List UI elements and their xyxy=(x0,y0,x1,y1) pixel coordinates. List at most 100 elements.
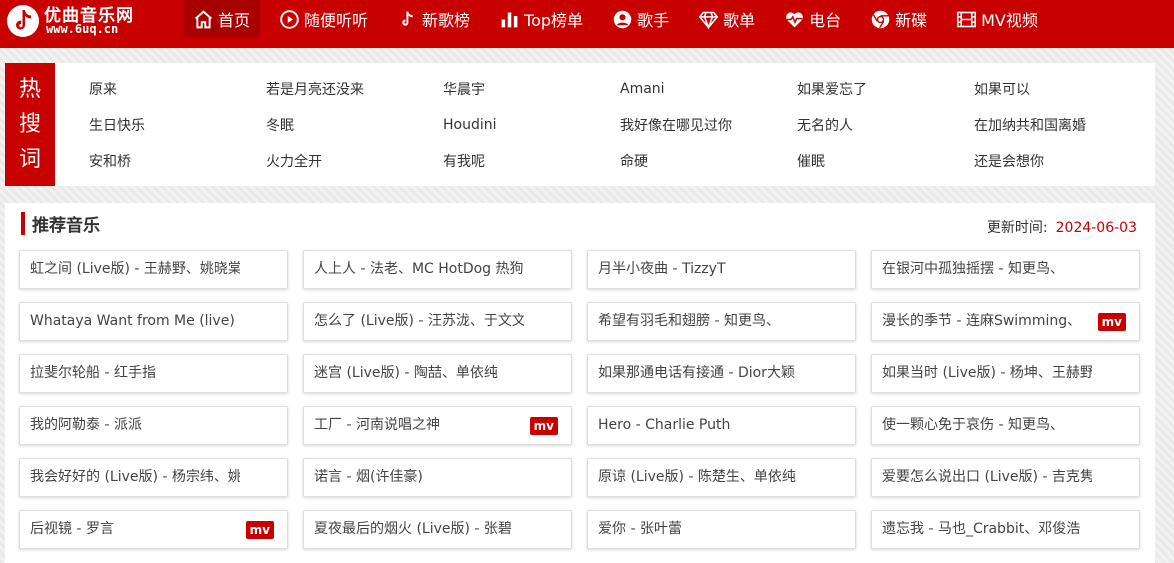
song-item[interactable]: Whataya Want from Me (live) - xyxy=(19,302,288,341)
hot-search-item[interactable]: 冬眠 xyxy=(266,115,443,135)
song-item[interactable]: 希望有羽毛和翅膀 - 知更鸟、 xyxy=(587,302,856,341)
hot-search-item[interactable]: 火力全开 xyxy=(266,151,443,171)
song-title: 工厂 - 河南说唱之神 xyxy=(314,417,440,433)
nav-new-albums[interactable]: 新碟 xyxy=(860,0,937,38)
hot-search-item[interactable]: 华晨宇 xyxy=(443,79,620,99)
song-item[interactable]: 如果当时 (Live版) - 杨坤、王赫野 xyxy=(871,354,1140,393)
song-title: Hero - Charlie Puth xyxy=(598,417,731,433)
nav-top-charts[interactable]: Top榜单 xyxy=(489,0,593,38)
hot-search-item[interactable]: 命硬 xyxy=(620,151,797,171)
nav-label: 随便听听 xyxy=(304,11,369,30)
song-title: 拉斐尔轮船 - 红手指 xyxy=(30,365,156,381)
song-title: 使一颗心免于哀伤 - 知更鸟、 xyxy=(882,417,1064,433)
song-title: 夏夜最后的烟火 (Live版) - 张碧 xyxy=(314,521,512,537)
site-url: www.6uq.cn xyxy=(46,22,119,36)
hot-label-char: 热 xyxy=(18,77,41,102)
hot-label-char: 词 xyxy=(18,147,41,172)
song-title: 遗忘我 - 马也_Crabbit、邓俊浩 xyxy=(882,521,1081,537)
play-circle-icon xyxy=(280,9,299,29)
mv-badge[interactable]: mv xyxy=(245,521,274,539)
song-list: 虹之间 (Live版) - 王赫野、姚晓棠 人上人 - 法老、MC HotDog … xyxy=(19,250,1140,549)
song-title: 如果当时 (Live版) - 杨坤、王赫野 xyxy=(882,365,1092,381)
hot-search-panel: 热 搜 词 原来 若是月亮还没来 华晨宇 Amani 如果爱忘了 如果可以 生日… xyxy=(5,63,1155,186)
song-item[interactable]: 人上人 - 法老、MC HotDog 热狗 xyxy=(303,250,572,289)
song-item[interactable]: 如果那通电话有接通 - Dior大颖 xyxy=(587,354,856,393)
section-accent-bar xyxy=(21,212,25,235)
mv-badge[interactable]: mv xyxy=(1097,313,1126,331)
song-title: 爱你 - 张叶蕾 xyxy=(598,521,682,537)
song-item[interactable]: 后视镜 - 罗言 mv xyxy=(19,510,288,549)
song-item[interactable]: 原谅 (Live版) - 陈楚生、单依纯 xyxy=(587,458,856,497)
tiktok-note-icon xyxy=(7,5,39,37)
nav-home[interactable]: 首页 xyxy=(183,0,261,38)
song-title: 希望有羽毛和翅膀 - 知更鸟、 xyxy=(598,313,780,329)
song-item[interactable]: 月半小夜曲 - TizzyT xyxy=(587,250,856,289)
song-item[interactable]: 在银河中孤独摇摆 - 知更鸟、 xyxy=(871,250,1140,289)
user-icon xyxy=(613,10,632,28)
site-logo[interactable]: 优曲音乐网 www.6uq.cn xyxy=(6,1,156,43)
song-item[interactable]: 使一颗心免于哀伤 - 知更鸟、 xyxy=(871,406,1140,445)
song-title: Whataya Want from Me (live) - xyxy=(30,313,240,329)
nav-label: 新碟 xyxy=(895,11,928,30)
hot-search-item[interactable]: 若是月亮还没来 xyxy=(266,79,443,99)
hot-search-item[interactable]: 我好像在哪见过你 xyxy=(620,115,797,135)
song-item[interactable]: Hero - Charlie Puth xyxy=(587,406,856,445)
hot-search-item[interactable]: 在加纳共和国离婚 xyxy=(974,115,1151,135)
hot-search-item[interactable]: 还是会想你 xyxy=(974,151,1151,171)
song-item[interactable]: 怎么了 (Live版) - 汪苏泷、于文文 xyxy=(303,302,572,341)
song-item[interactable]: 夏夜最后的烟火 (Live版) - 张碧 xyxy=(303,510,572,549)
song-title: 在银河中孤独摇摆 - 知更鸟、 xyxy=(882,261,1064,277)
hot-search-item[interactable]: 有我呢 xyxy=(443,151,620,171)
film-icon xyxy=(957,11,977,27)
song-item[interactable]: 我会好好的 (Live版) - 杨宗纬、姚 xyxy=(19,458,288,497)
song-item[interactable]: 爱你 - 张叶蕾 xyxy=(587,510,856,549)
nav-label: Top榜单 xyxy=(524,11,584,30)
chrome-icon xyxy=(871,10,890,28)
song-item[interactable]: 爱要怎么说出口 (Live版) - 吉克隽 xyxy=(871,458,1140,497)
hot-search-item[interactable]: 如果爱忘了 xyxy=(797,79,974,99)
main-nav: 首页 随便听听 新歌榜 Top榜单 歌手 歌单 电台 新碟 MV视频 xyxy=(183,0,1057,38)
song-item[interactable]: 工厂 - 河南说唱之神 mv xyxy=(303,406,572,445)
song-title: 原谅 (Live版) - 陈楚生、单依纯 xyxy=(598,469,796,485)
song-item[interactable]: 漫长的季节 - 连麻Swimming、 mv xyxy=(871,302,1140,341)
hot-label-char: 搜 xyxy=(18,112,41,137)
song-title: 迷宫 (Live版) - 陶喆、单依纯 xyxy=(314,365,498,381)
hot-search-item[interactable]: 无名的人 xyxy=(797,115,974,135)
nav-label: 首页 xyxy=(218,11,251,30)
song-title: 我会好好的 (Live版) - 杨宗纬、姚 xyxy=(30,469,240,485)
nav-label: 新歌榜 xyxy=(422,11,471,30)
song-title: 虹之间 (Live版) - 王赫野、姚晓棠 xyxy=(30,261,240,277)
section-title: 推荐音乐 xyxy=(32,216,100,236)
song-title: 怎么了 (Live版) - 汪苏泷、于文文 xyxy=(314,313,524,329)
nav-playlists[interactable]: 歌单 xyxy=(688,0,765,38)
mv-badge[interactable]: mv xyxy=(529,417,558,435)
hot-search-item[interactable]: 催眠 xyxy=(797,151,974,171)
nav-label: 电台 xyxy=(809,11,842,30)
update-time-date: 2024-06-03 xyxy=(1055,220,1137,236)
hot-search-label: 热 搜 词 xyxy=(5,63,55,186)
hot-search-item[interactable]: 如果可以 xyxy=(974,79,1151,99)
tiktok-icon xyxy=(402,11,413,26)
hot-search-item[interactable]: 安和桥 xyxy=(89,151,266,171)
nav-mv-videos[interactable]: MV视频 xyxy=(946,0,1048,38)
song-title: 月半小夜曲 - TizzyT xyxy=(598,261,726,277)
nav-random-listen[interactable]: 随便听听 xyxy=(269,0,378,38)
song-title: 人上人 - 法老、MC HotDog 热狗 xyxy=(314,261,524,277)
nav-radio[interactable]: 电台 xyxy=(774,0,851,38)
nav-singers[interactable]: 歌手 xyxy=(602,0,679,38)
hot-search-item[interactable]: 原来 xyxy=(89,79,266,99)
hot-search-item[interactable]: Amani xyxy=(620,81,797,97)
song-title: 我的阿勒泰 - 派派 xyxy=(30,417,142,433)
top-navigation-bar: 优曲音乐网 www.6uq.cn 首页 随便听听 新歌榜 Top榜单 歌手 歌单 xyxy=(0,0,1174,48)
bar-chart-icon xyxy=(501,12,518,27)
hot-search-item[interactable]: Houdini xyxy=(443,117,620,133)
song-item[interactable]: 我的阿勒泰 - 派派 xyxy=(19,406,288,445)
song-item[interactable]: 虹之间 (Live版) - 王赫野、姚晓棠 xyxy=(19,250,288,289)
update-time: 更新时间: 2024-06-03 xyxy=(987,217,1137,237)
song-item[interactable]: 迷宫 (Live版) - 陶喆、单依纯 xyxy=(303,354,572,393)
song-item[interactable]: 遗忘我 - 马也_Crabbit、邓俊浩 xyxy=(871,510,1140,549)
song-item[interactable]: 诺言 - 烟(许佳豪) xyxy=(303,458,572,497)
nav-new-songs[interactable]: 新歌榜 xyxy=(387,0,480,38)
hot-search-item[interactable]: 生日快乐 xyxy=(89,115,266,135)
song-item[interactable]: 拉斐尔轮船 - 红手指 xyxy=(19,354,288,393)
